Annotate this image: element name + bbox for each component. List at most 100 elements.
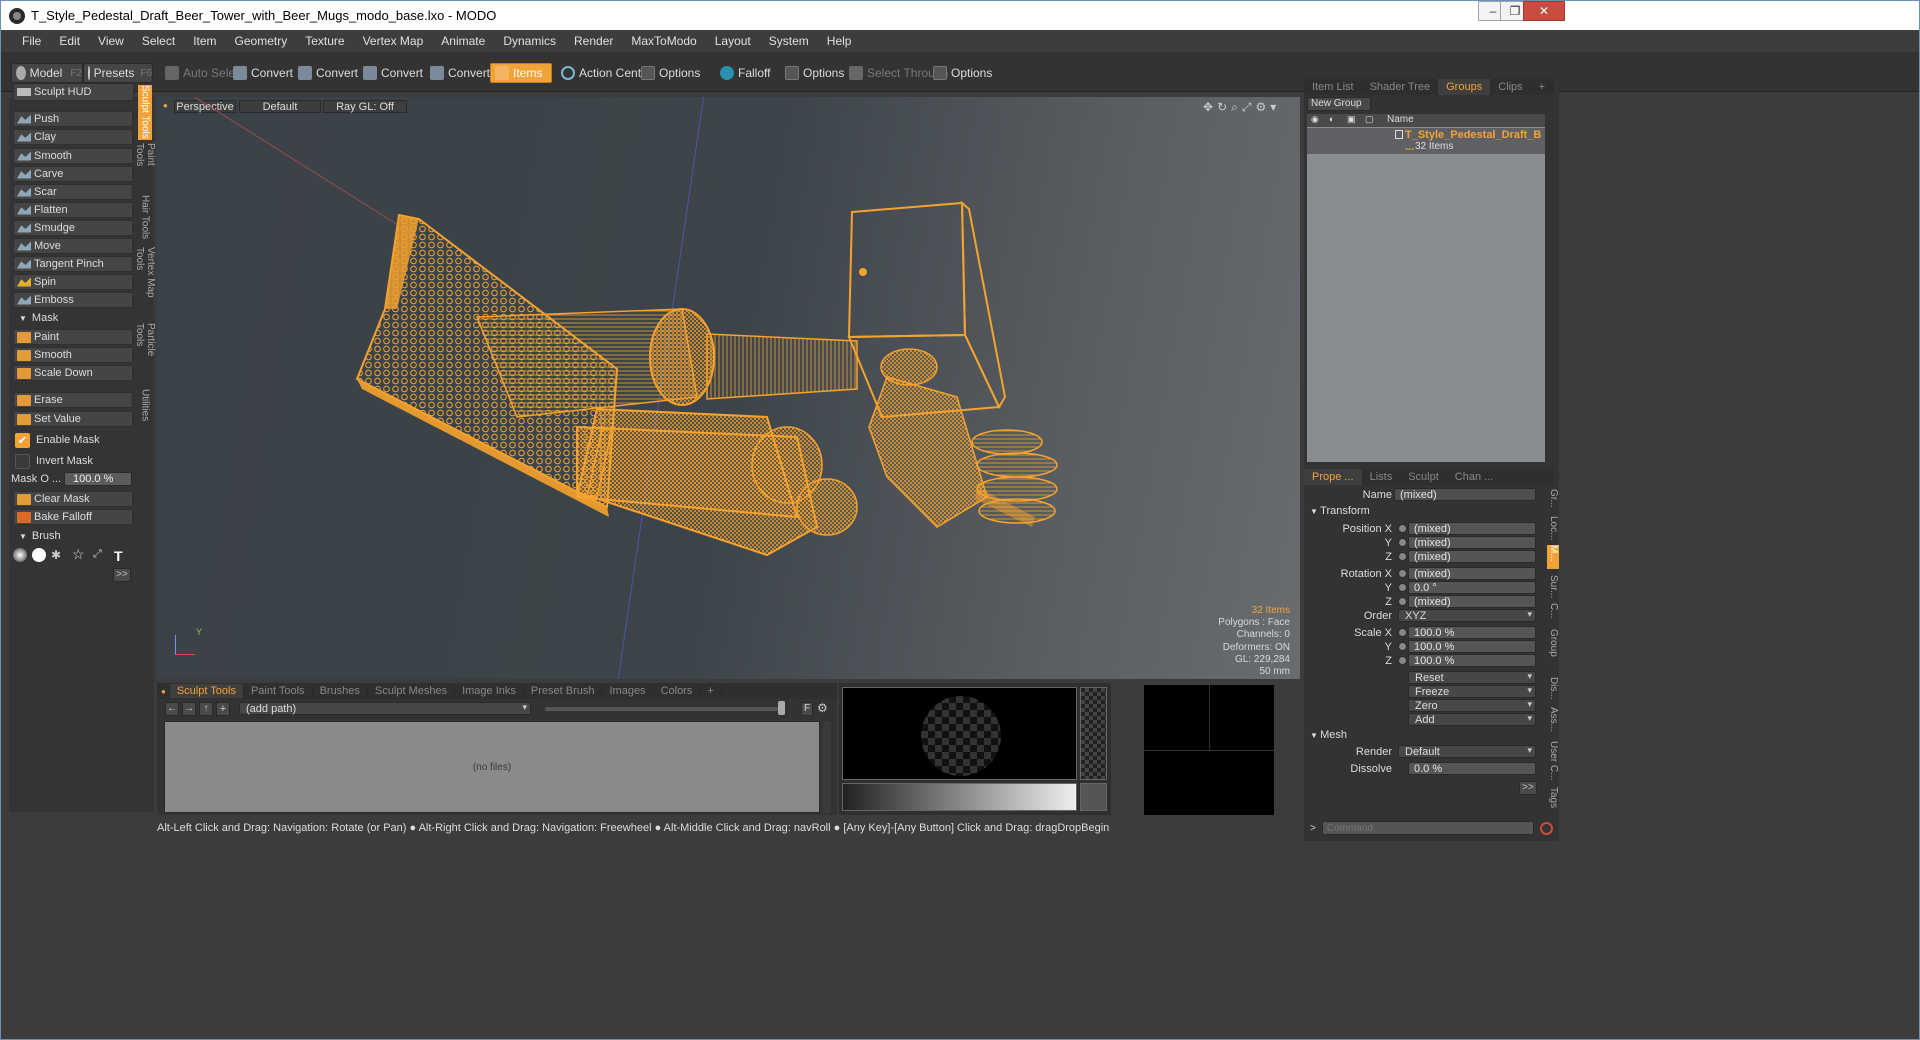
position-y-field[interactable]: (mixed) [1408, 536, 1536, 549]
tool-scar[interactable]: Scar [13, 184, 133, 200]
tab-paint-tools[interactable]: Paint Tools [244, 684, 313, 698]
select-through-options-button[interactable]: Options [929, 63, 992, 83]
tab-sculpt-tools[interactable]: Sculpt Tools [138, 85, 152, 140]
name-field[interactable]: (mixed) [1394, 488, 1536, 501]
command-input[interactable] [1321, 821, 1534, 835]
tab-assembly[interactable]: Ass... [1547, 707, 1559, 732]
groups-list[interactable]: Name ◉ ◐ ▣ ▢ T_Style_Pedestal_Draft_B ..… [1307, 114, 1545, 462]
menu-geometry[interactable]: Geometry [226, 30, 297, 52]
tool-tangent-pinch[interactable]: Tangent Pinch [13, 256, 133, 272]
browser-scrollbar[interactable] [823, 721, 831, 813]
path-dropdown[interactable]: (add path) [239, 702, 531, 715]
group-row[interactable]: T_Style_Pedestal_Draft_B ... 32 Items [1307, 128, 1545, 154]
convert-vertices-button[interactable]: Convert [229, 63, 293, 83]
add-folder-icon[interactable]: + [216, 702, 230, 716]
tab-lists[interactable]: Lists [1362, 469, 1401, 485]
keyframe-dot[interactable] [1398, 656, 1407, 665]
tab-group[interactable]: Group [1547, 629, 1559, 659]
tab-clips[interactable]: Clips [1490, 79, 1530, 95]
tab-mesh[interactable]: M... [1547, 545, 1559, 569]
menu-animate[interactable]: Animate [432, 30, 494, 52]
freeze-dropdown[interactable]: Freeze [1408, 685, 1536, 698]
tab-surface[interactable]: Sur... [1547, 575, 1559, 598]
brush-more-button[interactable]: >> [113, 568, 131, 582]
keyframe-dot[interactable] [1398, 538, 1407, 547]
menu-select[interactable]: Select [133, 30, 184, 52]
render-dropdown[interactable]: Default [1398, 745, 1536, 758]
menu-help[interactable]: Help [818, 30, 861, 52]
rotation-order-dropdown[interactable]: XYZ [1398, 609, 1536, 622]
menu-edit[interactable]: Edit [50, 30, 89, 52]
filter-button[interactable]: F [801, 702, 813, 716]
hard-brush-icon[interactable] [32, 547, 46, 562]
zero-dropdown[interactable]: Zero [1408, 699, 1536, 712]
tab-image-inks[interactable]: Image Inks [455, 684, 524, 698]
tool-clay[interactable]: Clay [13, 129, 133, 145]
convert-edges-button[interactable]: Convert [294, 63, 358, 83]
tab-item-list[interactable]: Item List [1304, 79, 1362, 95]
dissolve-field[interactable]: 0.0 % [1408, 762, 1536, 775]
convert-polygons-button[interactable]: Convert [359, 63, 423, 83]
procedural-brush-icon[interactable]: ⤢ [93, 548, 109, 562]
falloff-options-button[interactable]: Options [781, 63, 844, 83]
brush-section-header[interactable]: ▼ Brush [13, 528, 133, 544]
mask-scale-down-tool[interactable]: Scale Down [13, 365, 133, 381]
menu-texture[interactable]: Texture [296, 30, 353, 52]
menu-item[interactable]: Item [184, 30, 225, 52]
tab-sculpt-meshes[interactable]: Sculpt Meshes [368, 684, 456, 698]
rotation-y-field[interactable]: 0.0 ° [1408, 581, 1536, 594]
keyframe-dot[interactable] [1398, 569, 1407, 578]
menu-view[interactable]: View [89, 30, 133, 52]
rotation-z-field[interactable]: (mixed) [1408, 595, 1536, 608]
menu-render[interactable]: Render [565, 30, 622, 52]
tab-colors[interactable]: Colors [654, 684, 701, 698]
star-brush-icon[interactable]: ☆ [72, 547, 88, 562]
add-tab-button[interactable]: + [1531, 79, 1553, 95]
tab-sculpt-tools[interactable]: Sculpt Tools [169, 684, 244, 698]
tool-flatten[interactable]: Flatten [13, 202, 133, 218]
tab-preset-brush[interactable]: Preset Brush [524, 684, 603, 698]
menu-file[interactable]: File [13, 30, 50, 52]
clear-mask-button[interactable]: Clear Mask [13, 491, 133, 507]
keyframe-dot[interactable] [1398, 642, 1407, 651]
falloff-button[interactable]: Falloff [716, 63, 770, 83]
new-group-button[interactable]: New Group [1307, 97, 1371, 111]
convert-materials-button[interactable]: Convert [426, 63, 490, 83]
menu-system[interactable]: System [760, 30, 818, 52]
scale-x-field[interactable]: 100.0 % [1408, 626, 1536, 639]
tool-smooth[interactable]: Smooth [13, 148, 133, 164]
menu-dynamics[interactable]: Dynamics [494, 30, 565, 52]
tab-brushes[interactable]: Brushes [313, 684, 368, 698]
rotation-x-field[interactable]: (mixed) [1408, 567, 1536, 580]
keyframe-dot[interactable] [1398, 583, 1407, 592]
invert-mask-checkbox[interactable]: Invert Mask [13, 453, 133, 469]
tab-user-channels[interactable]: User C... [1547, 741, 1559, 781]
mask-opacity-field[interactable]: 100.0 % [64, 472, 132, 486]
tab-groups-side[interactable]: Gr... [1547, 489, 1559, 509]
thumbnail-size-slider[interactable] [545, 707, 785, 711]
file-browser-area[interactable]: (no files) [164, 721, 820, 813]
keyframe-dot[interactable] [1398, 552, 1407, 561]
mask-section-header[interactable]: ▼ Mask [13, 310, 133, 326]
properties-more-button[interactable]: >> [1519, 781, 1537, 795]
tool-push[interactable]: Push [13, 111, 133, 127]
keyframe-dot[interactable] [1398, 597, 1407, 606]
tool-emboss[interactable]: Emboss [13, 292, 133, 308]
splatter-brush-icon[interactable]: ✱ [51, 548, 67, 562]
enable-mask-checkbox[interactable]: ✔ Enable Mask [13, 432, 133, 448]
tab-utilities[interactable]: Utilities [138, 389, 152, 425]
text-brush-icon[interactable]: T [114, 548, 130, 564]
panel-menu-icon[interactable]: ● [157, 687, 170, 696]
scale-z-field[interactable]: 100.0 % [1408, 654, 1536, 667]
record-icon[interactable] [1539, 821, 1553, 835]
3d-viewport[interactable]: ● Perspective Default Ray GL: Off ✥ ↻ ⌕ ⤢ ⚙ ▾ [157, 97, 1300, 679]
up-folder-icon[interactable]: ↑ [199, 702, 213, 716]
model-layout-button[interactable]: Model F2 [11, 63, 83, 83]
tab-hair-tools[interactable]: Hair Tools [138, 195, 152, 241]
bake-falloff-button[interactable]: Bake Falloff [13, 509, 133, 525]
tool-move[interactable]: Move [13, 238, 133, 254]
tab-shader-tree[interactable]: Shader Tree [1362, 79, 1439, 95]
keyframe-dot[interactable] [1398, 628, 1407, 637]
position-x-field[interactable]: (mixed) [1408, 522, 1536, 535]
forward-arrow-icon[interactable]: → [182, 702, 196, 716]
